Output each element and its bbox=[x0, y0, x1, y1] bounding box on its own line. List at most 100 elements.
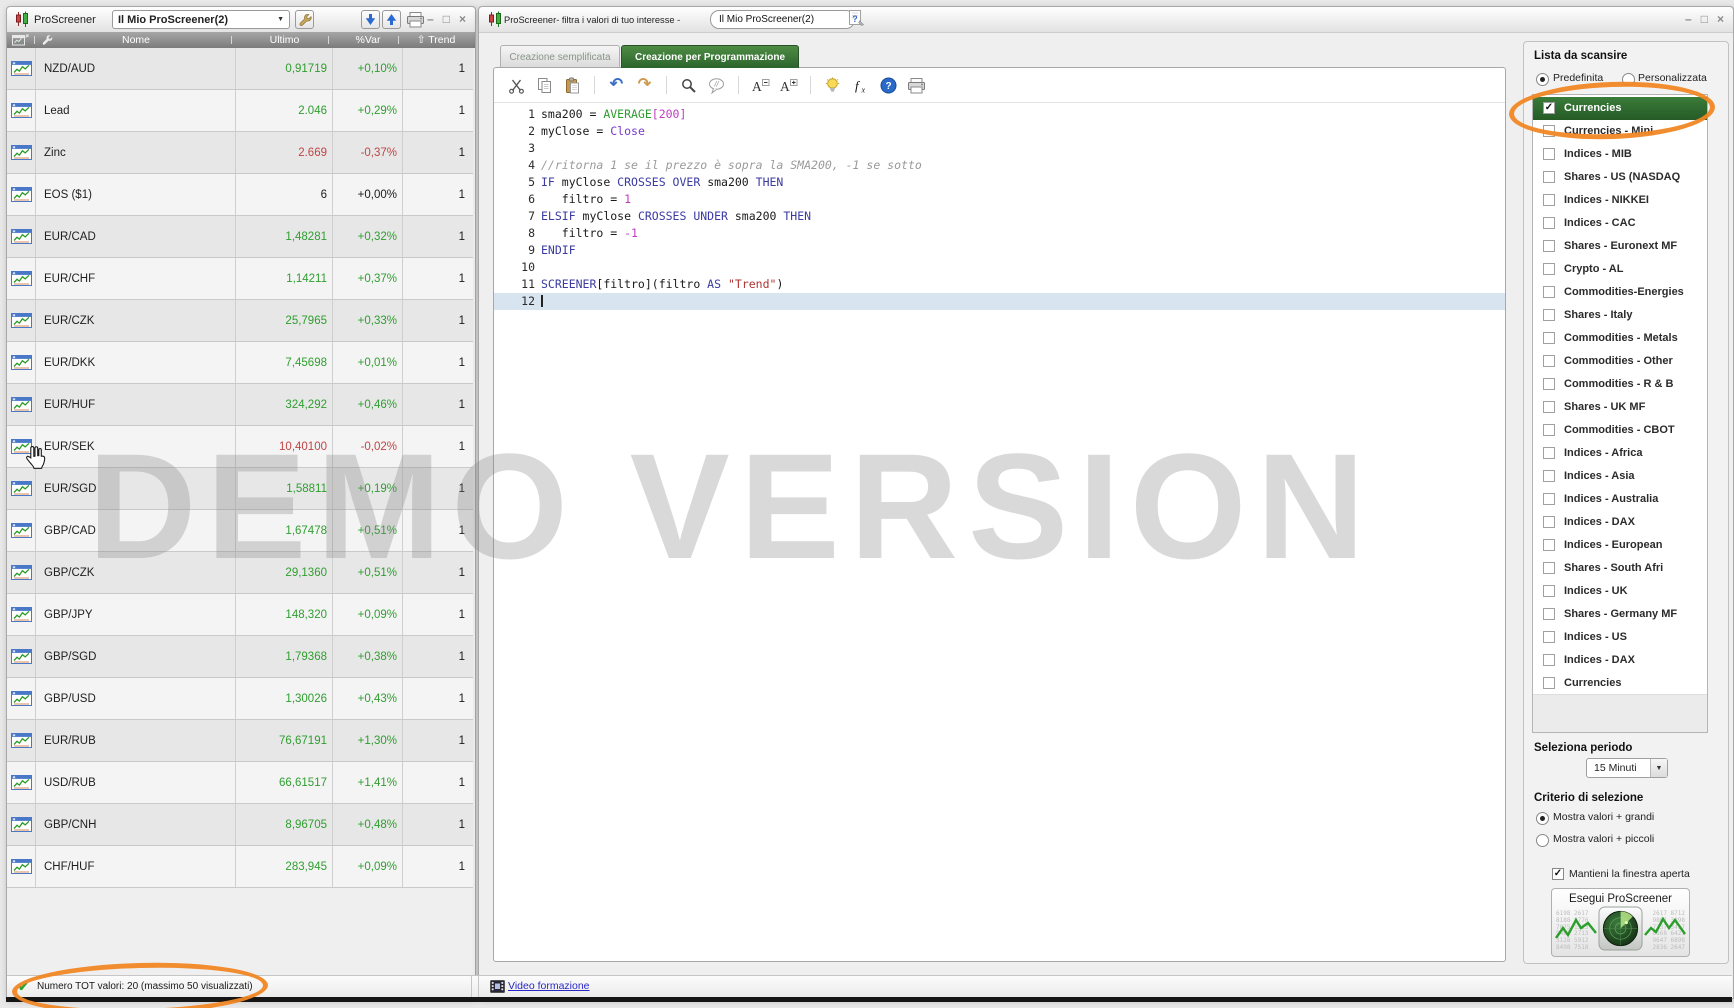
column-header-var[interactable]: %Var bbox=[333, 33, 403, 48]
run-proscreener-button[interactable]: Esegui ProScreener 6198 2617 8188 8776 7… bbox=[1551, 888, 1690, 957]
code-line-1[interactable]: 1 sma200 = AVERAGE[200] bbox=[494, 106, 1505, 123]
checkbox[interactable] bbox=[1543, 608, 1555, 620]
move-up-button[interactable] bbox=[382, 10, 401, 29]
checkbox[interactable] bbox=[1543, 424, 1555, 436]
checkbox[interactable] bbox=[1543, 240, 1555, 252]
instrument-chart-icon[interactable] bbox=[7, 846, 36, 887]
checkbox[interactable] bbox=[1543, 263, 1555, 275]
help-document-icon[interactable]: ? bbox=[847, 9, 866, 33]
table-row-NZD/AUD[interactable]: NZD/AUD 0,91719 +0,10% 1 bbox=[7, 48, 473, 90]
column-header-ultimo[interactable]: Ultimo bbox=[236, 33, 333, 48]
scan-list-item-shares-uk-mf[interactable]: Shares - UK MF bbox=[1533, 396, 1707, 419]
code-line-10[interactable]: 10 bbox=[494, 259, 1505, 276]
code-line-2[interactable]: 2 myClose = Close bbox=[494, 123, 1505, 140]
scan-list-item-shares-us-nasdaq[interactable]: Shares - US (NASDAQ bbox=[1533, 166, 1707, 189]
checkbox[interactable] bbox=[1543, 286, 1555, 298]
move-down-button[interactable] bbox=[361, 10, 380, 29]
scan-list-item-indices-africa[interactable]: Indices - Africa bbox=[1533, 442, 1707, 465]
instrument-chart-icon[interactable] bbox=[7, 510, 36, 551]
checkbox[interactable] bbox=[1543, 355, 1555, 367]
column-header-nome[interactable]: Nome bbox=[36, 33, 236, 48]
undo-button[interactable]: ↶ bbox=[606, 75, 627, 96]
checkbox[interactable] bbox=[1543, 171, 1555, 183]
instrument-chart-icon[interactable] bbox=[7, 678, 36, 719]
checkbox[interactable] bbox=[1543, 493, 1555, 505]
checkbox[interactable] bbox=[1543, 378, 1555, 390]
scan-list-item-indices-dax[interactable]: Indices - DAX bbox=[1533, 511, 1707, 534]
scan-list-item-shares-euronext-mf[interactable]: Shares - Euronext MF bbox=[1533, 235, 1707, 258]
scan-list-item-indices-european[interactable]: Indices - European bbox=[1533, 534, 1707, 557]
scan-list-item-indices-us[interactable]: Indices - US bbox=[1533, 626, 1707, 649]
scan-list-item-indices-asia[interactable]: Indices - Asia bbox=[1533, 465, 1707, 488]
function-button[interactable]: fx bbox=[850, 75, 871, 96]
code-line-4[interactable]: 4 //ritorna 1 se il prezzo è sopra la SMA… bbox=[494, 157, 1505, 174]
table-row-Zinc[interactable]: Zinc 2.669 -0,37% 1 bbox=[7, 132, 473, 174]
screener-selector[interactable]: Il Mio ProScreener(2) ▼ bbox=[112, 10, 290, 29]
scan-list-item-commodities-metals[interactable]: Commodities - Metals bbox=[1533, 327, 1707, 350]
instrument-chart-icon[interactable] bbox=[7, 762, 36, 803]
table-row-GBP/USD[interactable]: GBP/USD 1,30026 +0,43% 1 bbox=[7, 678, 473, 720]
table-row-GBP/CNH[interactable]: GBP/CNH 8,96705 +0,48% 1 bbox=[7, 804, 473, 846]
code-line-11[interactable]: 11 SCREENER[filtro](filtro AS "Trend") bbox=[494, 276, 1505, 293]
table-row-GBP/CZK[interactable]: GBP/CZK 29,1360 +0,51% 1 bbox=[7, 552, 473, 594]
instrument-chart-icon[interactable] bbox=[7, 636, 36, 677]
instrument-chart-icon[interactable] bbox=[7, 174, 36, 215]
screener-name-input[interactable] bbox=[710, 10, 855, 29]
instrument-chart-icon[interactable] bbox=[7, 132, 36, 173]
scan-list-box[interactable]: ✓ Currencies Currencies - Mini Indices - MI… bbox=[1532, 94, 1708, 733]
instrument-chart-icon[interactable] bbox=[7, 468, 36, 509]
checkbox[interactable] bbox=[1543, 125, 1555, 137]
table-row-Lead[interactable]: Lead 2.046 +0,29% 1 bbox=[7, 90, 473, 132]
checkbox[interactable] bbox=[1543, 447, 1555, 459]
table-row-GBP/SGD[interactable]: GBP/SGD 1,79368 +0,38% 1 bbox=[7, 636, 473, 678]
checkbox[interactable] bbox=[1543, 148, 1555, 160]
font-smaller-button[interactable]: A bbox=[750, 75, 771, 96]
settings-wrench-button[interactable] bbox=[295, 10, 314, 29]
instrument-chart-icon[interactable] bbox=[7, 48, 36, 89]
code-line-9[interactable]: 9 ENDIF bbox=[494, 242, 1505, 259]
scan-list-item-indices-uk[interactable]: Indices - UK bbox=[1533, 580, 1707, 603]
video-training-link[interactable]: Video formazione bbox=[508, 980, 590, 992]
checkbox[interactable] bbox=[1543, 654, 1555, 666]
period-dropdown[interactable]: 15 Minuti ▼ bbox=[1586, 758, 1668, 778]
table-row-EUR/SEK[interactable]: EUR/SEK 10,40100 -0,02% 1 bbox=[7, 426, 473, 468]
table-row-EOS ($1)[interactable]: EOS ($1) 6 +0,00% 1 bbox=[7, 174, 473, 216]
instrument-chart-icon[interactable] bbox=[7, 342, 36, 383]
code-line-5[interactable]: 5 IF myClose CROSSES OVER sma200 THEN bbox=[494, 174, 1505, 191]
chart-window-icon[interactable] bbox=[12, 34, 29, 49]
comment-button[interactable]: // bbox=[706, 75, 727, 96]
checkbox[interactable]: ✓ bbox=[1543, 102, 1555, 114]
table-row-CHF/HUF[interactable]: CHF/HUF 283,945 +0,09% 1 bbox=[7, 846, 473, 888]
tab-creazione-semplificata[interactable]: Creazione semplificata bbox=[500, 45, 620, 68]
code-line-12[interactable]: 12 bbox=[494, 293, 1505, 310]
scan-list-item-indices-cac[interactable]: Indices - CAC bbox=[1533, 212, 1707, 235]
checkbox[interactable] bbox=[1543, 332, 1555, 344]
table-row-EUR/HUF[interactable]: EUR/HUF 324,292 +0,46% 1 bbox=[7, 384, 473, 426]
help-button[interactable]: ? bbox=[878, 75, 899, 96]
maximize-button[interactable]: □ bbox=[443, 12, 450, 26]
print-button[interactable] bbox=[906, 75, 927, 96]
instrument-chart-icon[interactable] bbox=[7, 804, 36, 845]
keep-window-open-checkbox[interactable] bbox=[1552, 868, 1564, 880]
cut-button[interactable] bbox=[506, 75, 527, 96]
font-larger-button[interactable]: A bbox=[778, 75, 799, 96]
table-row-EUR/CZK[interactable]: EUR/CZK 25,7965 +0,33% 1 bbox=[7, 300, 473, 342]
hint-button[interactable] bbox=[822, 75, 843, 96]
checkbox[interactable] bbox=[1543, 401, 1555, 413]
radio-predefinita[interactable] bbox=[1536, 73, 1549, 86]
scan-list-item-currencies[interactable]: Currencies bbox=[1533, 672, 1707, 695]
instrument-chart-icon[interactable] bbox=[7, 594, 36, 635]
table-row-EUR/CHF[interactable]: EUR/CHF 1,14211 +0,37% 1 bbox=[7, 258, 473, 300]
instrument-chart-icon[interactable] bbox=[7, 258, 36, 299]
scan-list-item-shares-italy[interactable]: Shares - Italy bbox=[1533, 304, 1707, 327]
code-line-6[interactable]: 6 filtro = 1 bbox=[494, 191, 1505, 208]
instrument-chart-icon[interactable] bbox=[7, 216, 36, 257]
radio-personalizzata[interactable] bbox=[1622, 73, 1635, 86]
table-row-EUR/RUB[interactable]: EUR/RUB 76,67191 +1,30% 1 bbox=[7, 720, 473, 762]
code-editor[interactable]: ↶ ↷ // A Af x? 1 sma200 = AVERAGE[200] 2 myClose… bbox=[493, 67, 1506, 962]
instrument-chart-icon[interactable] bbox=[7, 384, 36, 425]
minimize-button[interactable]: – bbox=[1685, 12, 1692, 26]
scan-list-item-indices-australia[interactable]: Indices - Australia bbox=[1533, 488, 1707, 511]
minimize-button[interactable]: – bbox=[427, 12, 434, 26]
close-button[interactable]: × bbox=[459, 12, 466, 26]
